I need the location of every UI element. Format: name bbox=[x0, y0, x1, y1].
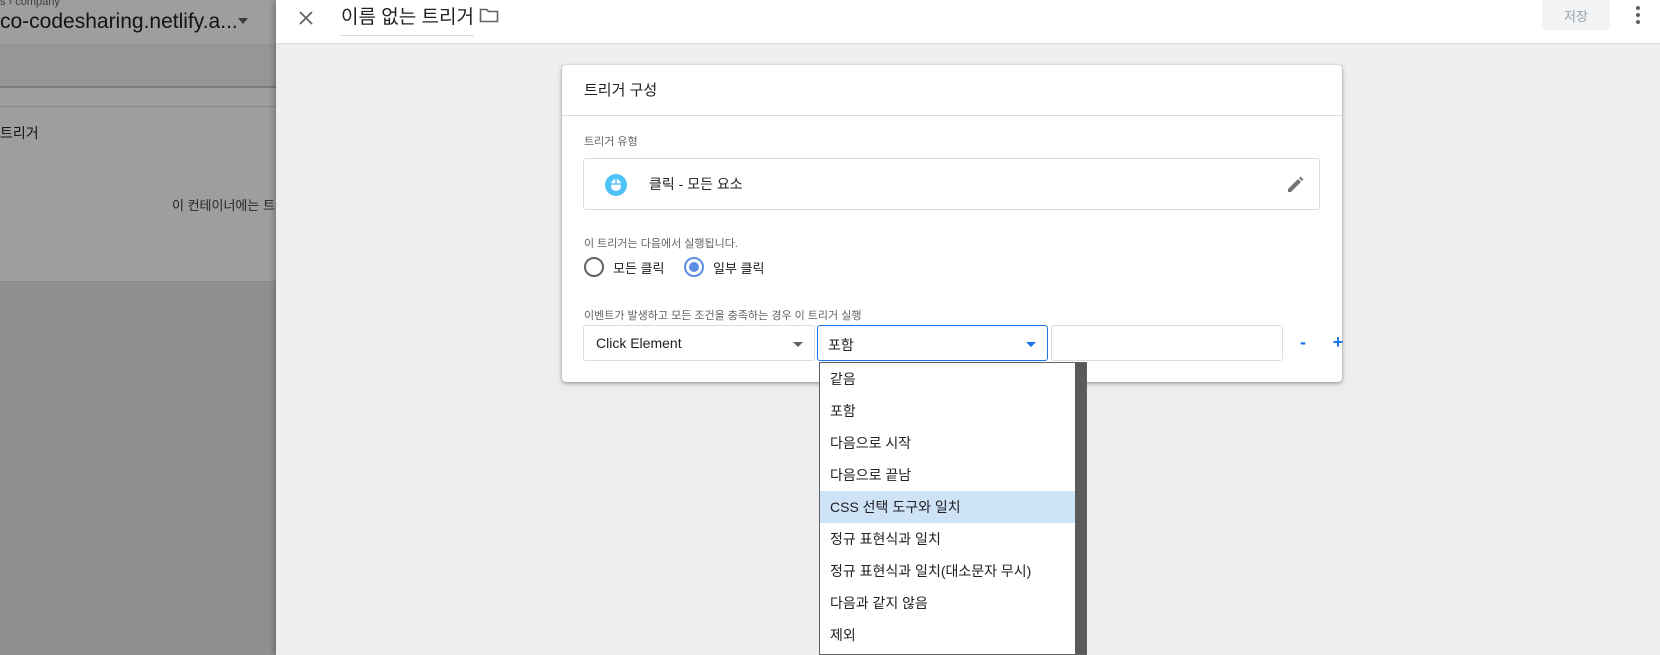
operator-option[interactable]: 포함 bbox=[820, 395, 1075, 427]
operator-option[interactable]: 제외 bbox=[820, 619, 1075, 651]
trigger-type-name: 클릭 - 모든 요소 bbox=[649, 176, 743, 192]
operator-value: 포함 bbox=[828, 337, 854, 353]
radio-button[interactable] bbox=[584, 257, 604, 277]
condition-value-input[interactable] bbox=[1051, 325, 1283, 361]
condition-label: 이벤트가 발생하고 모든 조건을 충족하는 경우 이 트리거 실행 bbox=[584, 310, 862, 322]
card-title: 트리거 구성 bbox=[584, 82, 658, 99]
trigger-config-card: 트리거 구성 트리거 유형 클릭 - 모든 요소 이 트리거는 다음에서 실행됩… bbox=[562, 65, 1343, 382]
more-vert-icon bbox=[1636, 6, 1640, 10]
trigger-type-label: 트리거 유형 bbox=[584, 136, 638, 148]
trigger-type-selector[interactable]: 클릭 - 모든 요소 bbox=[583, 158, 1320, 210]
more-menu-button[interactable] bbox=[1626, 2, 1650, 28]
close-button[interactable] bbox=[292, 4, 320, 32]
add-condition-button[interactable]: + bbox=[1326, 330, 1350, 354]
trigger-name-field[interactable]: 이름 없는 트리거 bbox=[341, 2, 474, 36]
radio-all-clicks[interactable]: 모든 클릭 bbox=[584, 257, 664, 277]
operator-option[interactable]: 다음으로 시작 bbox=[820, 427, 1075, 459]
dropdown-arrow-icon bbox=[793, 342, 803, 347]
radio-button-checked[interactable] bbox=[684, 257, 704, 277]
sheet-header: 이름 없는 트리거 저장 bbox=[276, 0, 1660, 44]
variable-value: Click Element bbox=[596, 335, 682, 351]
radio-some-clicks[interactable]: 일부 클릭 bbox=[684, 257, 764, 277]
dropdown-scrollbar[interactable] bbox=[1075, 363, 1086, 654]
operator-option[interactable]: 같음 bbox=[820, 363, 1075, 395]
operator-dropdown-menu: 같음 포함 다음으로 시작 다음으로 끝남 CSS 선택 도구와 일치 정규 표… bbox=[819, 362, 1087, 655]
remove-condition-button[interactable]: - bbox=[1291, 330, 1315, 354]
variable-select[interactable]: Click Element bbox=[583, 325, 815, 361]
radio-label: 모든 클릭 bbox=[613, 260, 665, 276]
save-button[interactable]: 저장 bbox=[1542, 0, 1610, 30]
mouse-icon bbox=[605, 174, 627, 196]
operator-option[interactable]: 다음과 같지 않음 bbox=[820, 587, 1075, 619]
trigger-editor-sheet: 이름 없는 트리거 저장 트리거 구성 트리거 유형 클릭 - 모든 요소 이 … bbox=[276, 0, 1660, 655]
dropdown-arrow-icon bbox=[1026, 342, 1036, 347]
operator-select[interactable]: 포함 bbox=[817, 325, 1048, 361]
operator-option-highlighted[interactable]: CSS 선택 도구와 일치 bbox=[820, 491, 1075, 523]
pencil-icon[interactable] bbox=[1285, 175, 1305, 195]
operator-option[interactable]: 정규 표현식과 일치 bbox=[820, 523, 1075, 555]
folder-button[interactable] bbox=[477, 4, 501, 26]
modal-scrim[interactable] bbox=[0, 0, 276, 655]
fires-on-label: 이 트리거는 다음에서 실행됩니다. bbox=[584, 238, 738, 250]
operator-option[interactable]: 정규 표현식과 일치(대소문자 무시) bbox=[820, 555, 1075, 587]
radio-label: 일부 클릭 bbox=[713, 260, 765, 276]
operator-option[interactable]: 다음으로 끝남 bbox=[820, 459, 1075, 491]
card-divider bbox=[562, 115, 1342, 116]
close-icon bbox=[299, 11, 313, 25]
folder-icon bbox=[479, 8, 499, 23]
